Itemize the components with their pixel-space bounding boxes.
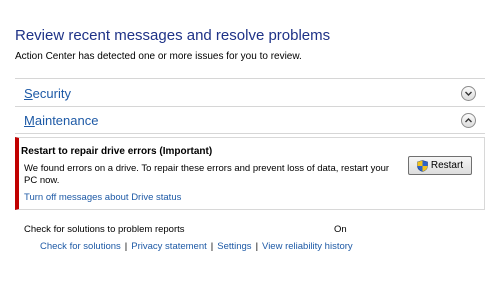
link-separator: |	[210, 241, 214, 252]
page-subtitle: Action Center has detected one or more i…	[15, 51, 302, 62]
security-section-link[interactable]: Security	[24, 86, 71, 101]
security-label-accesskey: S	[24, 86, 33, 101]
expand-security-button[interactable]	[461, 86, 476, 101]
maintenance-label-accesskey: M	[24, 113, 35, 128]
view-reliability-history-link[interactable]: View reliability history	[262, 241, 353, 252]
alert-message: We found errors on a drive. To repair th…	[24, 163, 390, 186]
link-separator: |	[124, 241, 128, 252]
security-label: ecurity	[32, 86, 71, 101]
link-separator: |	[255, 241, 259, 252]
alert-title: Restart to repair drive errors (Importan…	[21, 146, 213, 157]
problem-reports-links: Check for solutions | Privacy statement | Se…	[40, 241, 353, 252]
maintenance-section-link[interactable]: Maintenance	[24, 113, 98, 128]
privacy-statement-link[interactable]: Privacy statement	[131, 241, 207, 252]
restart-button-label: Restart	[430, 160, 464, 171]
chevron-up-icon	[465, 118, 472, 123]
maintenance-label: aintenance	[34, 113, 99, 128]
uac-shield-icon	[417, 159, 428, 172]
settings-link[interactable]: Settings	[217, 241, 251, 252]
collapse-maintenance-button[interactable]	[461, 113, 476, 128]
chevron-down-icon	[465, 91, 472, 96]
divider	[15, 133, 485, 134]
page-title: Review recent messages and resolve probl…	[15, 27, 331, 44]
restart-button[interactable]: Restart	[408, 156, 472, 175]
problem-reports-label: Check for solutions to problem reports	[24, 224, 185, 235]
divider	[15, 78, 485, 79]
divider	[15, 106, 485, 107]
check-for-solutions-link[interactable]: Check for solutions	[40, 241, 121, 252]
problem-reports-status: On	[334, 224, 347, 235]
turn-off-drive-status-messages-link[interactable]: Turn off messages about Drive status	[24, 192, 181, 203]
